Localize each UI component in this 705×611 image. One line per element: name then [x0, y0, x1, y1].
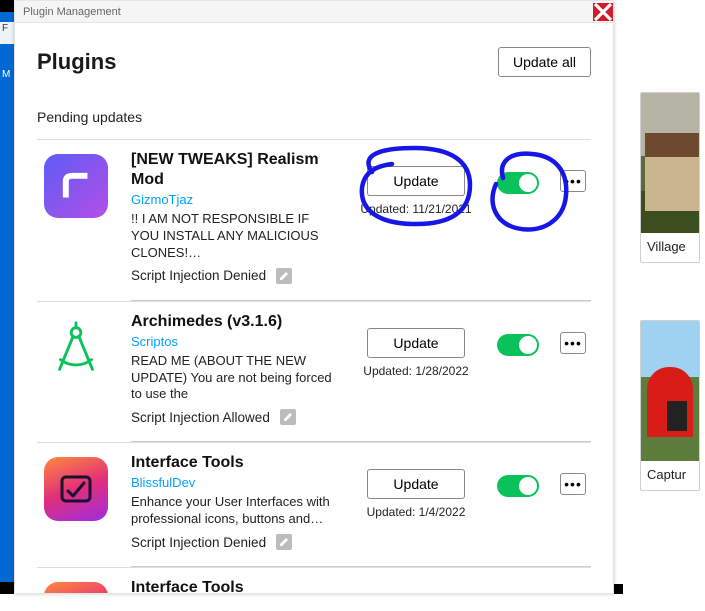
more-options-button[interactable]: •••: [560, 170, 586, 192]
window-title: Plugin Management: [23, 6, 121, 18]
plugin-row: [NEW TWEAKS] Realism Mod GizmoTjaz !! I …: [37, 139, 591, 294]
script-injection-status: Script Injection Denied: [131, 268, 266, 283]
close-icon: [593, 2, 613, 22]
plugin-title: Interface Tools: [131, 453, 335, 473]
plugin-icon-interface-tools: [44, 582, 108, 593]
updated-date: Updated: 1/4/2022: [367, 505, 466, 519]
update-all-button[interactable]: Update all: [498, 47, 591, 77]
enable-toggle[interactable]: [497, 334, 539, 356]
thumbnail-image: [641, 321, 699, 461]
plugin-title: [NEW TWEAKS] Realism Mod: [131, 150, 335, 190]
section-pending-updates: Pending updates: [37, 109, 591, 125]
updated-date: Updated: 11/21/2021: [360, 202, 471, 216]
edit-script-permission-button[interactable]: [276, 268, 292, 284]
plugin-icon-archimedes: [44, 316, 108, 380]
plugin-description: !! I AM NOT RESPONSIBLE IF YOU INSTALL A…: [131, 211, 335, 262]
pencil-icon: [279, 271, 289, 281]
game-thumbnail-village[interactable]: Village: [640, 92, 700, 263]
plugin-author-link[interactable]: Scriptos: [131, 334, 335, 349]
plugin-icon-realism: [44, 154, 108, 218]
edit-script-permission-button[interactable]: [276, 534, 292, 550]
plugin-title: Interface Tools: [131, 578, 335, 593]
plugin-management-window: Plugin Management Plugins Update all Pen…: [14, 0, 614, 594]
pencil-icon: [283, 412, 293, 422]
thumbnail-caption: Village: [641, 233, 699, 262]
page-title: Plugins: [37, 49, 116, 75]
plugin-title: Archimedes (v3.1.6): [131, 312, 335, 332]
game-thumbnail-capture[interactable]: Captur: [640, 320, 700, 491]
update-button[interactable]: Update: [367, 328, 465, 358]
thumbnail-image: [641, 93, 699, 233]
edit-script-permission-button[interactable]: [280, 409, 296, 425]
more-options-button[interactable]: •••: [560, 473, 586, 495]
update-button[interactable]: Update: [367, 166, 465, 196]
plugin-row: Interface Tools fivefactor Update Update…: [37, 567, 591, 593]
plugin-author-link[interactable]: BlissfulDev: [131, 475, 335, 490]
plugin-row: Archimedes (v3.1.6) Scriptos READ ME (AB…: [37, 301, 591, 436]
thumbnail-caption: Captur: [641, 461, 699, 490]
window-close-button[interactable]: [593, 3, 613, 21]
script-injection-status: Script Injection Allowed: [131, 410, 270, 425]
plugin-icon-interface-tools: [44, 457, 108, 521]
plugin-row: Interface Tools BlissfulDev Enhance your…: [37, 442, 591, 560]
plugin-author-link[interactable]: GizmoTjaz: [131, 192, 335, 207]
plugin-description: Enhance your User Interfaces with profes…: [131, 494, 335, 528]
more-options-button[interactable]: •••: [560, 332, 586, 354]
window-titlebar[interactable]: Plugin Management: [15, 1, 613, 23]
enable-toggle[interactable]: [497, 475, 539, 497]
script-injection-status: Script Injection Denied: [131, 535, 266, 550]
pencil-icon: [279, 537, 289, 547]
updated-date: Updated: 1/28/2022: [363, 364, 468, 378]
enable-toggle[interactable]: [497, 172, 539, 194]
update-button[interactable]: Update: [367, 469, 465, 499]
plugin-description: READ ME (ABOUT THE NEW UPDATE) You are n…: [131, 353, 335, 404]
